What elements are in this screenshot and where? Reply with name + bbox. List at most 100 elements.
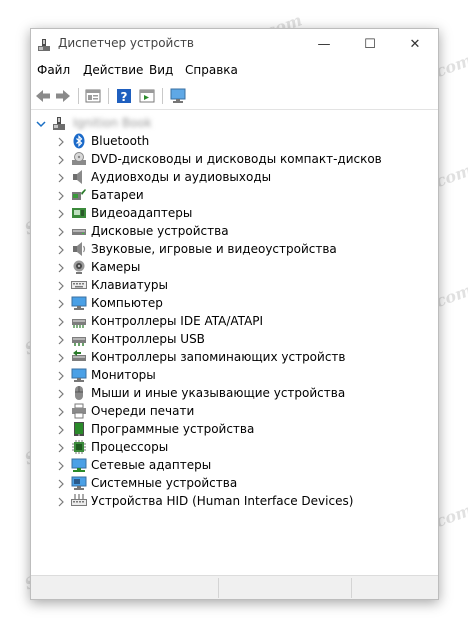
tree-category-row[interactable]: Аудиовходы и аудиовыходы bbox=[31, 168, 438, 186]
expand-chevron-icon[interactable] bbox=[57, 316, 65, 327]
toolbar-separator bbox=[108, 88, 109, 104]
menu-help[interactable]: Справка bbox=[185, 63, 238, 77]
tree-category-row[interactable]: Системные устройства bbox=[31, 474, 438, 492]
show-hidden-icon[interactable] bbox=[137, 86, 157, 106]
tree-category-label: Видеоадаптеры bbox=[91, 206, 193, 220]
tree-category-label: Программные устройства bbox=[91, 422, 255, 436]
help-icon[interactable]: ? bbox=[114, 86, 134, 106]
device-tree: Ignition Book Bluetooth DVD-дисководы и д… bbox=[31, 111, 438, 573]
maximize-button[interactable]: ☐ bbox=[347, 29, 393, 59]
tree-category-row[interactable]: Видеоадаптеры bbox=[31, 204, 438, 222]
tree-category-row[interactable]: Компьютер bbox=[31, 294, 438, 312]
page: Soringpcrepair.com Soringpcrepair.com So… bbox=[0, 0, 468, 629]
expand-chevron-icon[interactable] bbox=[57, 442, 65, 453]
computer-icon bbox=[71, 295, 87, 311]
tree-category-row[interactable]: Мыши и иные указывающие устройства bbox=[31, 384, 438, 402]
expand-chevron-icon[interactable] bbox=[57, 172, 65, 183]
tree-category-row[interactable]: Устройства HID (Human Interface Devices) bbox=[31, 492, 438, 510]
computer-root-icon bbox=[51, 115, 67, 131]
printer-icon bbox=[71, 403, 87, 419]
tree-category-row[interactable]: Программные устройства bbox=[31, 420, 438, 438]
tree-category-row[interactable]: Контроллеры USB bbox=[31, 330, 438, 348]
back-arrow-icon[interactable] bbox=[33, 86, 53, 106]
expand-chevron-icon[interactable] bbox=[57, 424, 65, 435]
toolbar-separator bbox=[162, 88, 163, 104]
tree-category-label: DVD-дисководы и дисководы компакт-дисков bbox=[91, 152, 382, 166]
expand-chevron-icon[interactable] bbox=[57, 208, 65, 219]
device-manager-window: Диспетчер устройств — ☐ ✕ Файл Действие … bbox=[30, 28, 439, 600]
expand-chevron-icon[interactable] bbox=[57, 244, 65, 255]
expand-chevron-icon[interactable] bbox=[57, 154, 65, 165]
window-title: Диспетчер устройств bbox=[58, 36, 195, 50]
minimize-button[interactable]: — bbox=[301, 29, 347, 59]
tree-category-row[interactable]: Сетевые адаптеры bbox=[31, 456, 438, 474]
expand-chevron-icon[interactable] bbox=[57, 136, 65, 147]
root-computer-name: Ignition Book bbox=[73, 116, 152, 130]
title-bar[interactable]: Диспетчер устройств — ☐ ✕ bbox=[31, 29, 438, 59]
toolbar-separator bbox=[78, 88, 79, 104]
tree-category-label: Мониторы bbox=[91, 368, 156, 382]
tree-category-row[interactable]: Камеры bbox=[31, 258, 438, 276]
tree-category-row[interactable]: Батареи bbox=[31, 186, 438, 204]
usb-controller-icon bbox=[71, 331, 87, 347]
forward-arrow-icon[interactable] bbox=[53, 86, 73, 106]
monitor-icon bbox=[71, 367, 87, 383]
system-device-icon bbox=[71, 475, 87, 491]
tree-category-row[interactable]: Мониторы bbox=[31, 366, 438, 384]
tree-category-row[interactable]: Bluetooth bbox=[31, 132, 438, 150]
expand-chevron-icon[interactable] bbox=[57, 334, 65, 345]
expand-chevron-icon[interactable] bbox=[57, 406, 65, 417]
tree-category-label: Контроллеры USB bbox=[91, 332, 205, 346]
hid-device-icon bbox=[71, 493, 87, 509]
expand-chevron-icon[interactable] bbox=[57, 262, 65, 273]
tree-category-row[interactable]: Клавиатуры bbox=[31, 276, 438, 294]
dvd-drive-icon bbox=[71, 151, 87, 167]
expand-chevron-icon[interactable] bbox=[57, 352, 65, 363]
menu-bar: Файл Действие Вид Справка bbox=[31, 60, 438, 82]
expand-chevron-icon[interactable] bbox=[57, 388, 65, 399]
tree-category-row[interactable]: Процессоры bbox=[31, 438, 438, 456]
software-device-icon bbox=[71, 421, 87, 437]
expand-chevron-icon[interactable] bbox=[57, 226, 65, 237]
tree-root-row[interactable]: Ignition Book bbox=[31, 114, 438, 132]
tree-category-label: Компьютер bbox=[91, 296, 163, 310]
menu-action[interactable]: Действие bbox=[83, 63, 143, 77]
close-button[interactable]: ✕ bbox=[392, 29, 438, 59]
tree-category-label: Процессоры bbox=[91, 440, 169, 454]
keyboard-icon bbox=[71, 277, 87, 293]
expand-chevron-icon[interactable] bbox=[57, 460, 65, 471]
tree-category-label: Контроллеры запоминающих устройств bbox=[91, 350, 346, 364]
battery-icon bbox=[71, 187, 87, 203]
ide-controller-icon bbox=[71, 313, 87, 329]
display-adapter-icon bbox=[71, 205, 87, 221]
expand-chevron-icon[interactable] bbox=[57, 496, 65, 507]
tree-category-row[interactable]: Контроллеры запоминающих устройств bbox=[31, 348, 438, 366]
status-separator bbox=[351, 578, 352, 598]
tree-category-row[interactable]: Очереди печати bbox=[31, 402, 438, 420]
tree-category-row[interactable]: Контроллеры IDE ATA/ATAPI bbox=[31, 312, 438, 330]
tree-category-label: Аудиовходы и аудиовыходы bbox=[91, 170, 272, 184]
tree-category-label: Дисковые устройства bbox=[91, 224, 229, 238]
tree-category-label: Сетевые адаптеры bbox=[91, 458, 212, 472]
menu-file[interactable]: Файл bbox=[37, 63, 70, 77]
expand-chevron-icon[interactable] bbox=[57, 370, 65, 381]
tree-category-row[interactable]: DVD-дисководы и дисководы компакт-дисков bbox=[31, 150, 438, 168]
collapse-arrow-icon[interactable] bbox=[36, 115, 46, 128]
monitor-scan-icon[interactable] bbox=[168, 86, 188, 106]
menu-view[interactable]: Вид bbox=[149, 63, 173, 77]
tree-category-label: Звуковые, игровые и видеоустройства bbox=[91, 242, 337, 256]
properties-icon[interactable] bbox=[83, 86, 103, 106]
tree-category-row[interactable]: Дисковые устройства bbox=[31, 222, 438, 240]
tree-category-label: Контроллеры IDE ATA/ATAPI bbox=[91, 314, 264, 328]
status-bar bbox=[31, 575, 438, 599]
storage-controller-icon bbox=[71, 349, 87, 365]
bluetooth-icon bbox=[71, 133, 87, 149]
mouse-icon bbox=[71, 385, 87, 401]
expand-chevron-icon[interactable] bbox=[57, 190, 65, 201]
expand-chevron-icon[interactable] bbox=[57, 280, 65, 291]
network-adapter-icon bbox=[71, 457, 87, 473]
tree-category-row[interactable]: Звуковые, игровые и видеоустройства bbox=[31, 240, 438, 258]
expand-chevron-icon[interactable] bbox=[57, 298, 65, 309]
svg-text:?: ? bbox=[121, 90, 128, 104]
expand-chevron-icon[interactable] bbox=[57, 478, 65, 489]
